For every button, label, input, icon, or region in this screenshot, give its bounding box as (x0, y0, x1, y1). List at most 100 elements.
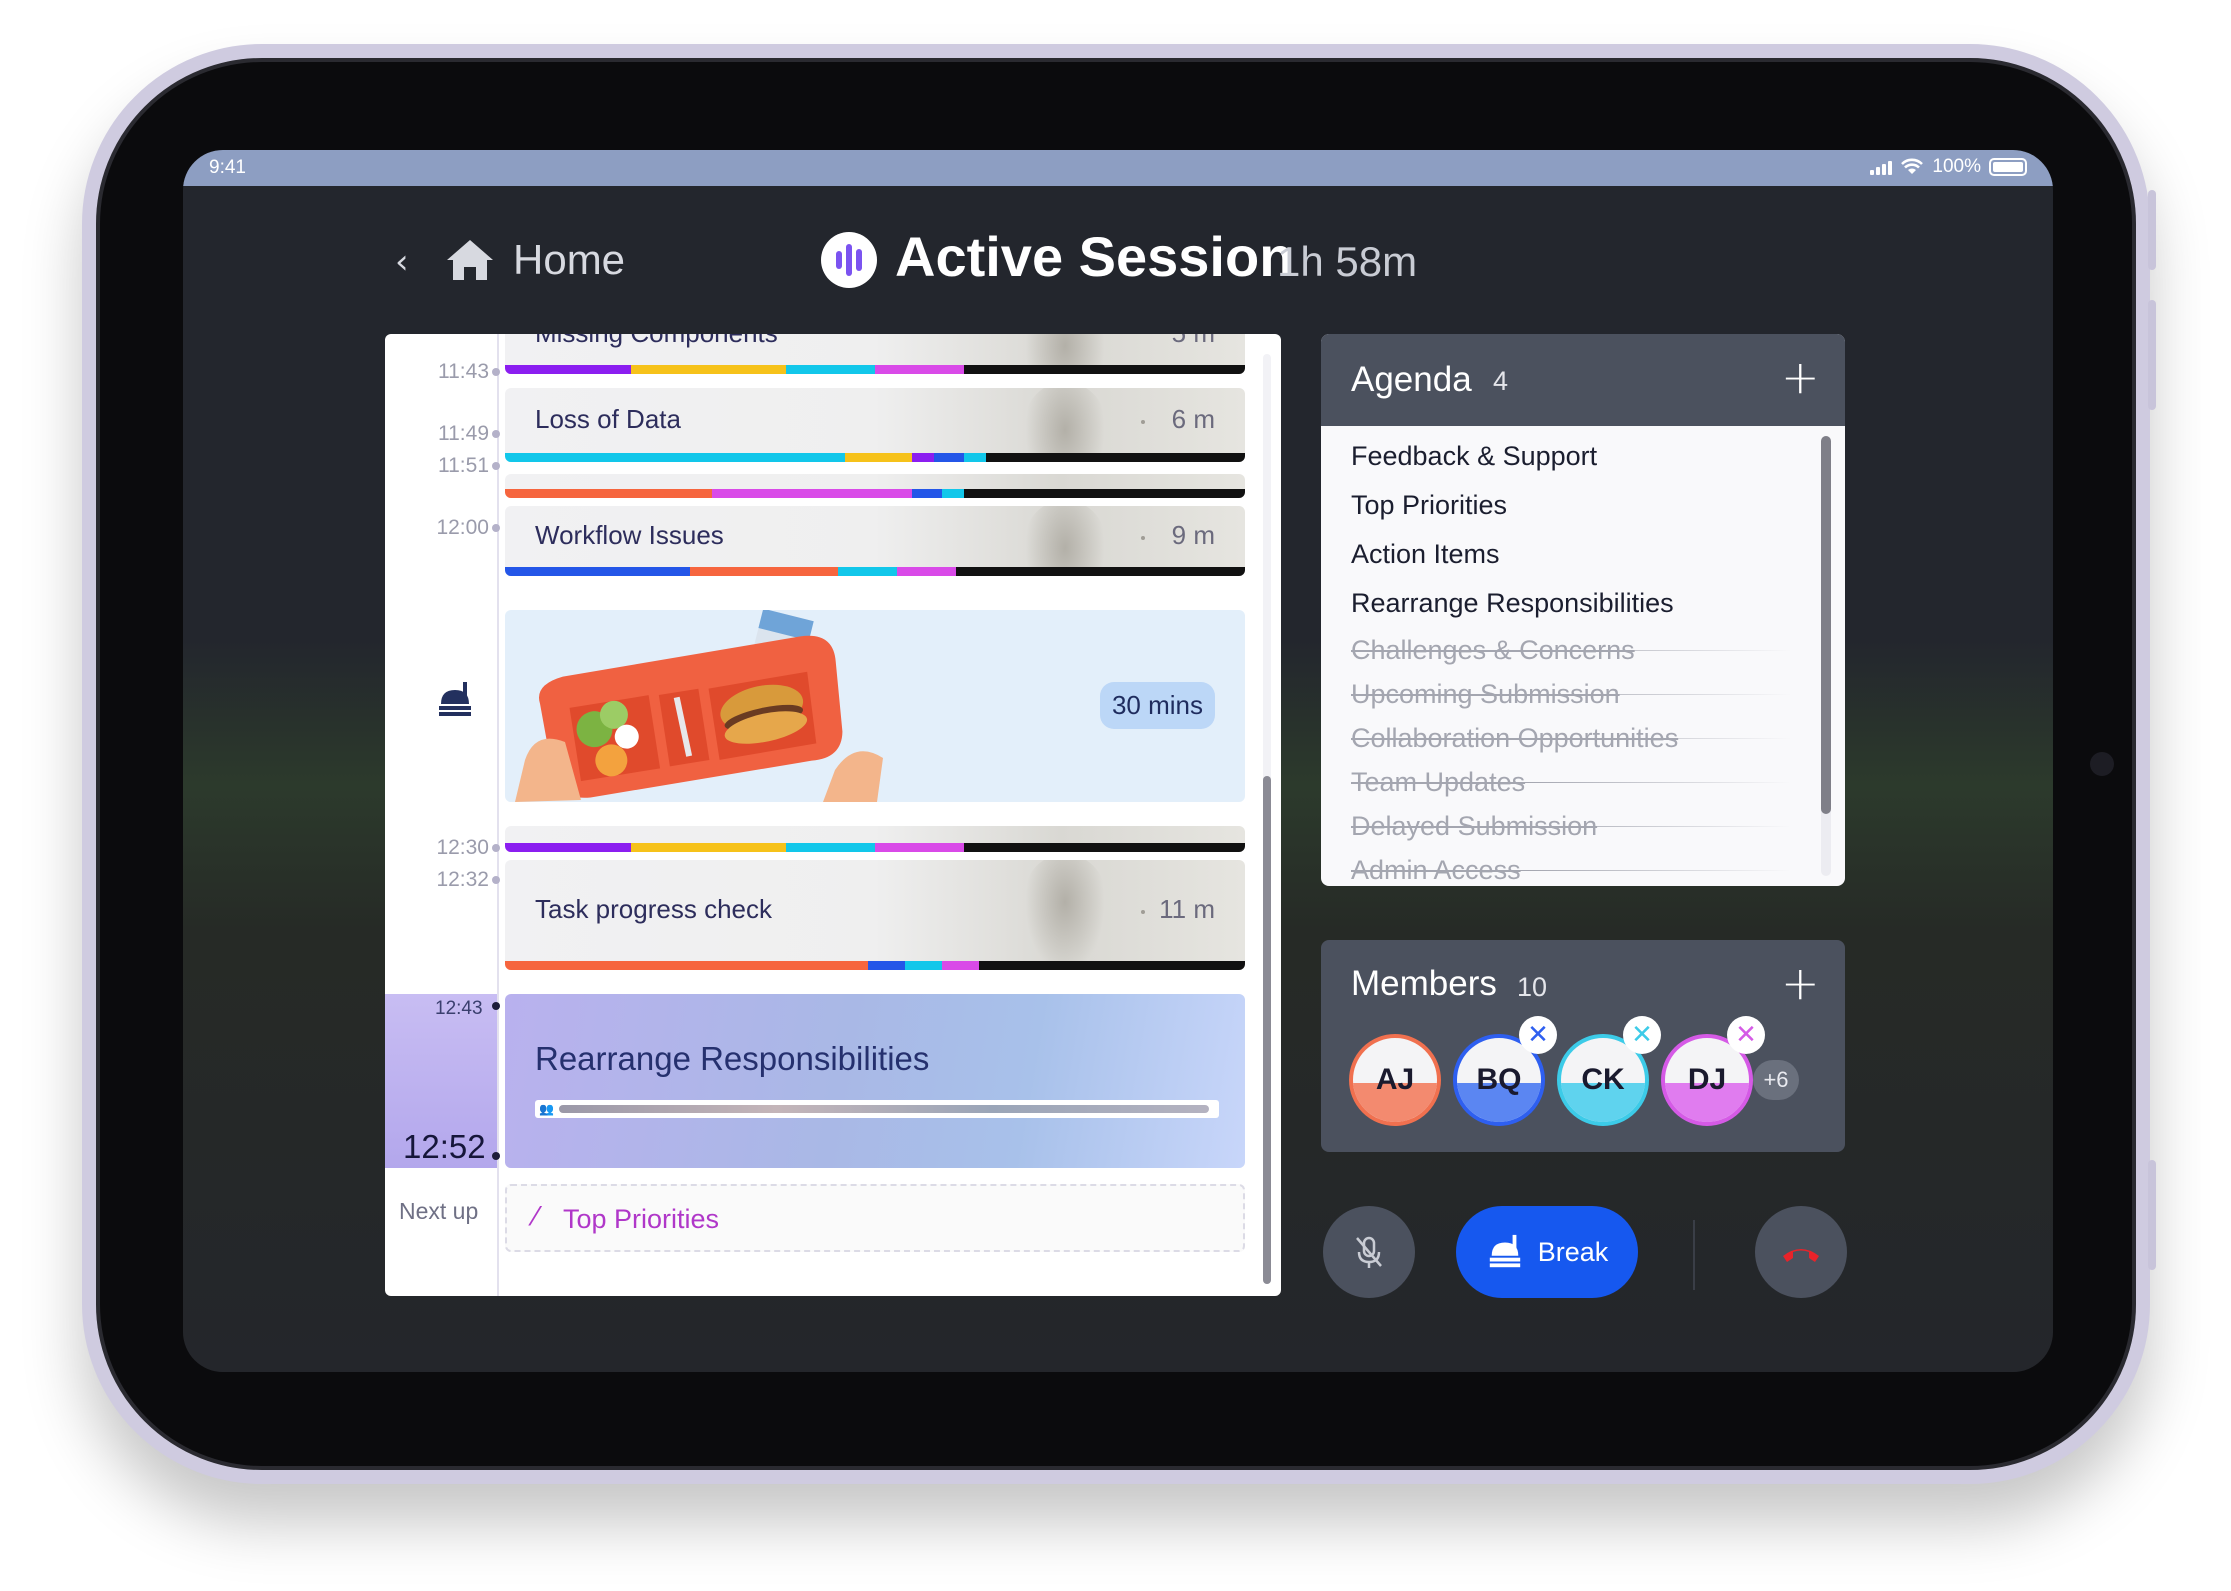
timeline-scrollbar-thumb[interactable] (1263, 776, 1271, 1284)
avatar-initials: BQ (1476, 1063, 1522, 1096)
agenda-scrollbar-thumb[interactable] (1821, 436, 1831, 814)
next-up-title: Top Priorities (563, 1204, 720, 1234)
agenda-item[interactable]: Action Items (1351, 530, 1801, 579)
agenda-item-completed[interactable]: Team Updates (1351, 760, 1801, 804)
battery-icon (1989, 158, 2027, 176)
timeline-time: 11:51 (438, 454, 489, 477)
session-logo-icon (821, 232, 877, 288)
agenda-item-completed[interactable]: Delayed Submission (1351, 804, 1801, 848)
card-progress-bar (505, 489, 1245, 498)
card-marker (1141, 536, 1145, 540)
card-title: Workflow Issues (535, 520, 724, 550)
break-button[interactable]: Break (1456, 1206, 1638, 1298)
screen: 9:41 100% ‹ Home Active Session 1h 58m 1… (183, 150, 2053, 1372)
signal-icon (1870, 159, 1893, 175)
card-background-image (1025, 388, 1105, 462)
timeline-time: 12:30 (436, 836, 489, 859)
timeline-time: 11:49 (438, 422, 489, 445)
timeline-dot (492, 1152, 500, 1160)
card-background-image (1025, 506, 1105, 576)
card-progress-bar (505, 567, 1245, 576)
more-members-badge[interactable]: +6 (1753, 1060, 1799, 1100)
timeline-dot (492, 368, 500, 376)
page-title: Active Session (895, 225, 1294, 288)
agenda-card[interactable]: Loss of Data 6 m (505, 388, 1245, 462)
card-duration: 11 m (1159, 894, 1215, 924)
timeline-time: 11:43 (438, 360, 489, 383)
agenda-item[interactable]: Rearrange Responsibilities (1351, 579, 1801, 628)
card-marker (1141, 910, 1145, 914)
mic-off-icon (1356, 1236, 1382, 1268)
timeline-panel[interactable]: 11:43 11:49 11:51 12:00 12:30 12:32 Miss… (385, 334, 1281, 1296)
timeline-dot (492, 430, 500, 438)
agenda-item-completed[interactable]: Collaboration Opportunities (1351, 716, 1801, 760)
agenda-card[interactable] (505, 474, 1245, 498)
agenda-card[interactable] (505, 826, 1245, 852)
next-up-card[interactable]: ⁄ Top Priorities (505, 1184, 1245, 1252)
agenda-panel: Agenda 4 + Feedback & Support Top Priori… (1321, 334, 1845, 886)
card-title: Task progress check (535, 894, 772, 924)
card-duration: 9 m (1171, 520, 1215, 550)
chevron-left-icon[interactable]: ‹ (395, 242, 409, 282)
break-button-label: Break (1537, 1236, 1609, 1267)
card-duration: 5 m (1172, 334, 1215, 349)
current-item-progress: 👥 (535, 1100, 1219, 1118)
meal-tray-illustration (515, 610, 883, 802)
mic-muted-icon: ✕ (1519, 1016, 1557, 1054)
card-progress-bar (505, 453, 1245, 462)
avatar-initials: AJ (1375, 1063, 1415, 1096)
battery-percent: 100% (1932, 156, 1981, 177)
agenda-item[interactable]: Feedback & Support (1351, 432, 1801, 481)
mute-button[interactable] (1323, 1206, 1415, 1298)
card-title: Loss of Data (535, 404, 681, 434)
timeline-time: 12:32 (436, 868, 489, 891)
timeline-dot (492, 462, 500, 470)
people-icon: 👥 (539, 1102, 554, 1116)
current-agenda-card[interactable]: Rearrange Responsibilities 👥 (505, 994, 1245, 1168)
current-item-title: Rearrange Responsibilities (535, 1040, 930, 1077)
add-member-button[interactable]: + (1781, 960, 1820, 1006)
avatar-initials: CK (1581, 1063, 1625, 1096)
home-link[interactable]: Home (513, 236, 625, 284)
mic-muted-icon: ✕ (1623, 1016, 1661, 1054)
card-progress-bar (505, 961, 1245, 970)
card-title: Missing Components (535, 334, 778, 349)
agenda-item-completed[interactable]: Upcoming Submission (1351, 672, 1801, 716)
agenda-card[interactable]: Missing Components 5 m (505, 334, 1245, 374)
next-up-label: Next up (399, 1198, 479, 1224)
timeline-dot (492, 524, 500, 532)
progress-fill (559, 1105, 1209, 1113)
status-time: 9:41 (209, 157, 246, 178)
timeline-dot (492, 876, 500, 884)
end-call-button[interactable] (1755, 1206, 1847, 1298)
camera (2090, 752, 2114, 776)
break-duration-badge: 30 mins (1099, 682, 1215, 729)
timeline-time: 12:00 (436, 516, 489, 539)
agenda-header: Agenda 4 + (1321, 334, 1845, 426)
avatar[interactable]: AJ (1349, 1034, 1441, 1126)
add-agenda-button[interactable]: + (1781, 354, 1820, 400)
agenda-list[interactable]: Feedback & Support Top Priorities Action… (1351, 432, 1801, 886)
agenda-item-completed[interactable]: Admin Access (1351, 848, 1801, 886)
meal-tray-icon (439, 682, 471, 716)
end-call-icon (1783, 1249, 1819, 1262)
agenda-card[interactable]: Workflow Issues 9 m (505, 506, 1245, 576)
break-card[interactable]: 30 mins (505, 610, 1245, 802)
card-background-image (1025, 860, 1105, 970)
agenda-card[interactable]: Task progress check 11 m (505, 860, 1245, 970)
current-start-time: 12:43 (435, 998, 483, 1019)
agenda-item[interactable]: Top Priorities (1351, 481, 1801, 530)
status-bar: 9:41 100% (183, 150, 2053, 186)
timeline-dot (492, 1002, 500, 1010)
controls-divider (1693, 1220, 1695, 1290)
members-count: 10 (1517, 972, 1548, 1002)
timeline-dot (492, 844, 500, 852)
current-time: 12:52 (403, 1128, 486, 1165)
status-indicators: 100% (1870, 156, 2027, 178)
home-icon[interactable] (445, 238, 495, 282)
meal-tray-icon (1489, 1234, 1520, 1268)
session-duration: 1h 58m (1277, 238, 1418, 285)
agenda-item-completed[interactable]: Challenges & Concerns (1351, 628, 1801, 672)
card-duration: 6 m (1171, 404, 1215, 434)
magic-wand-icon: ⁄ (533, 1202, 538, 1232)
